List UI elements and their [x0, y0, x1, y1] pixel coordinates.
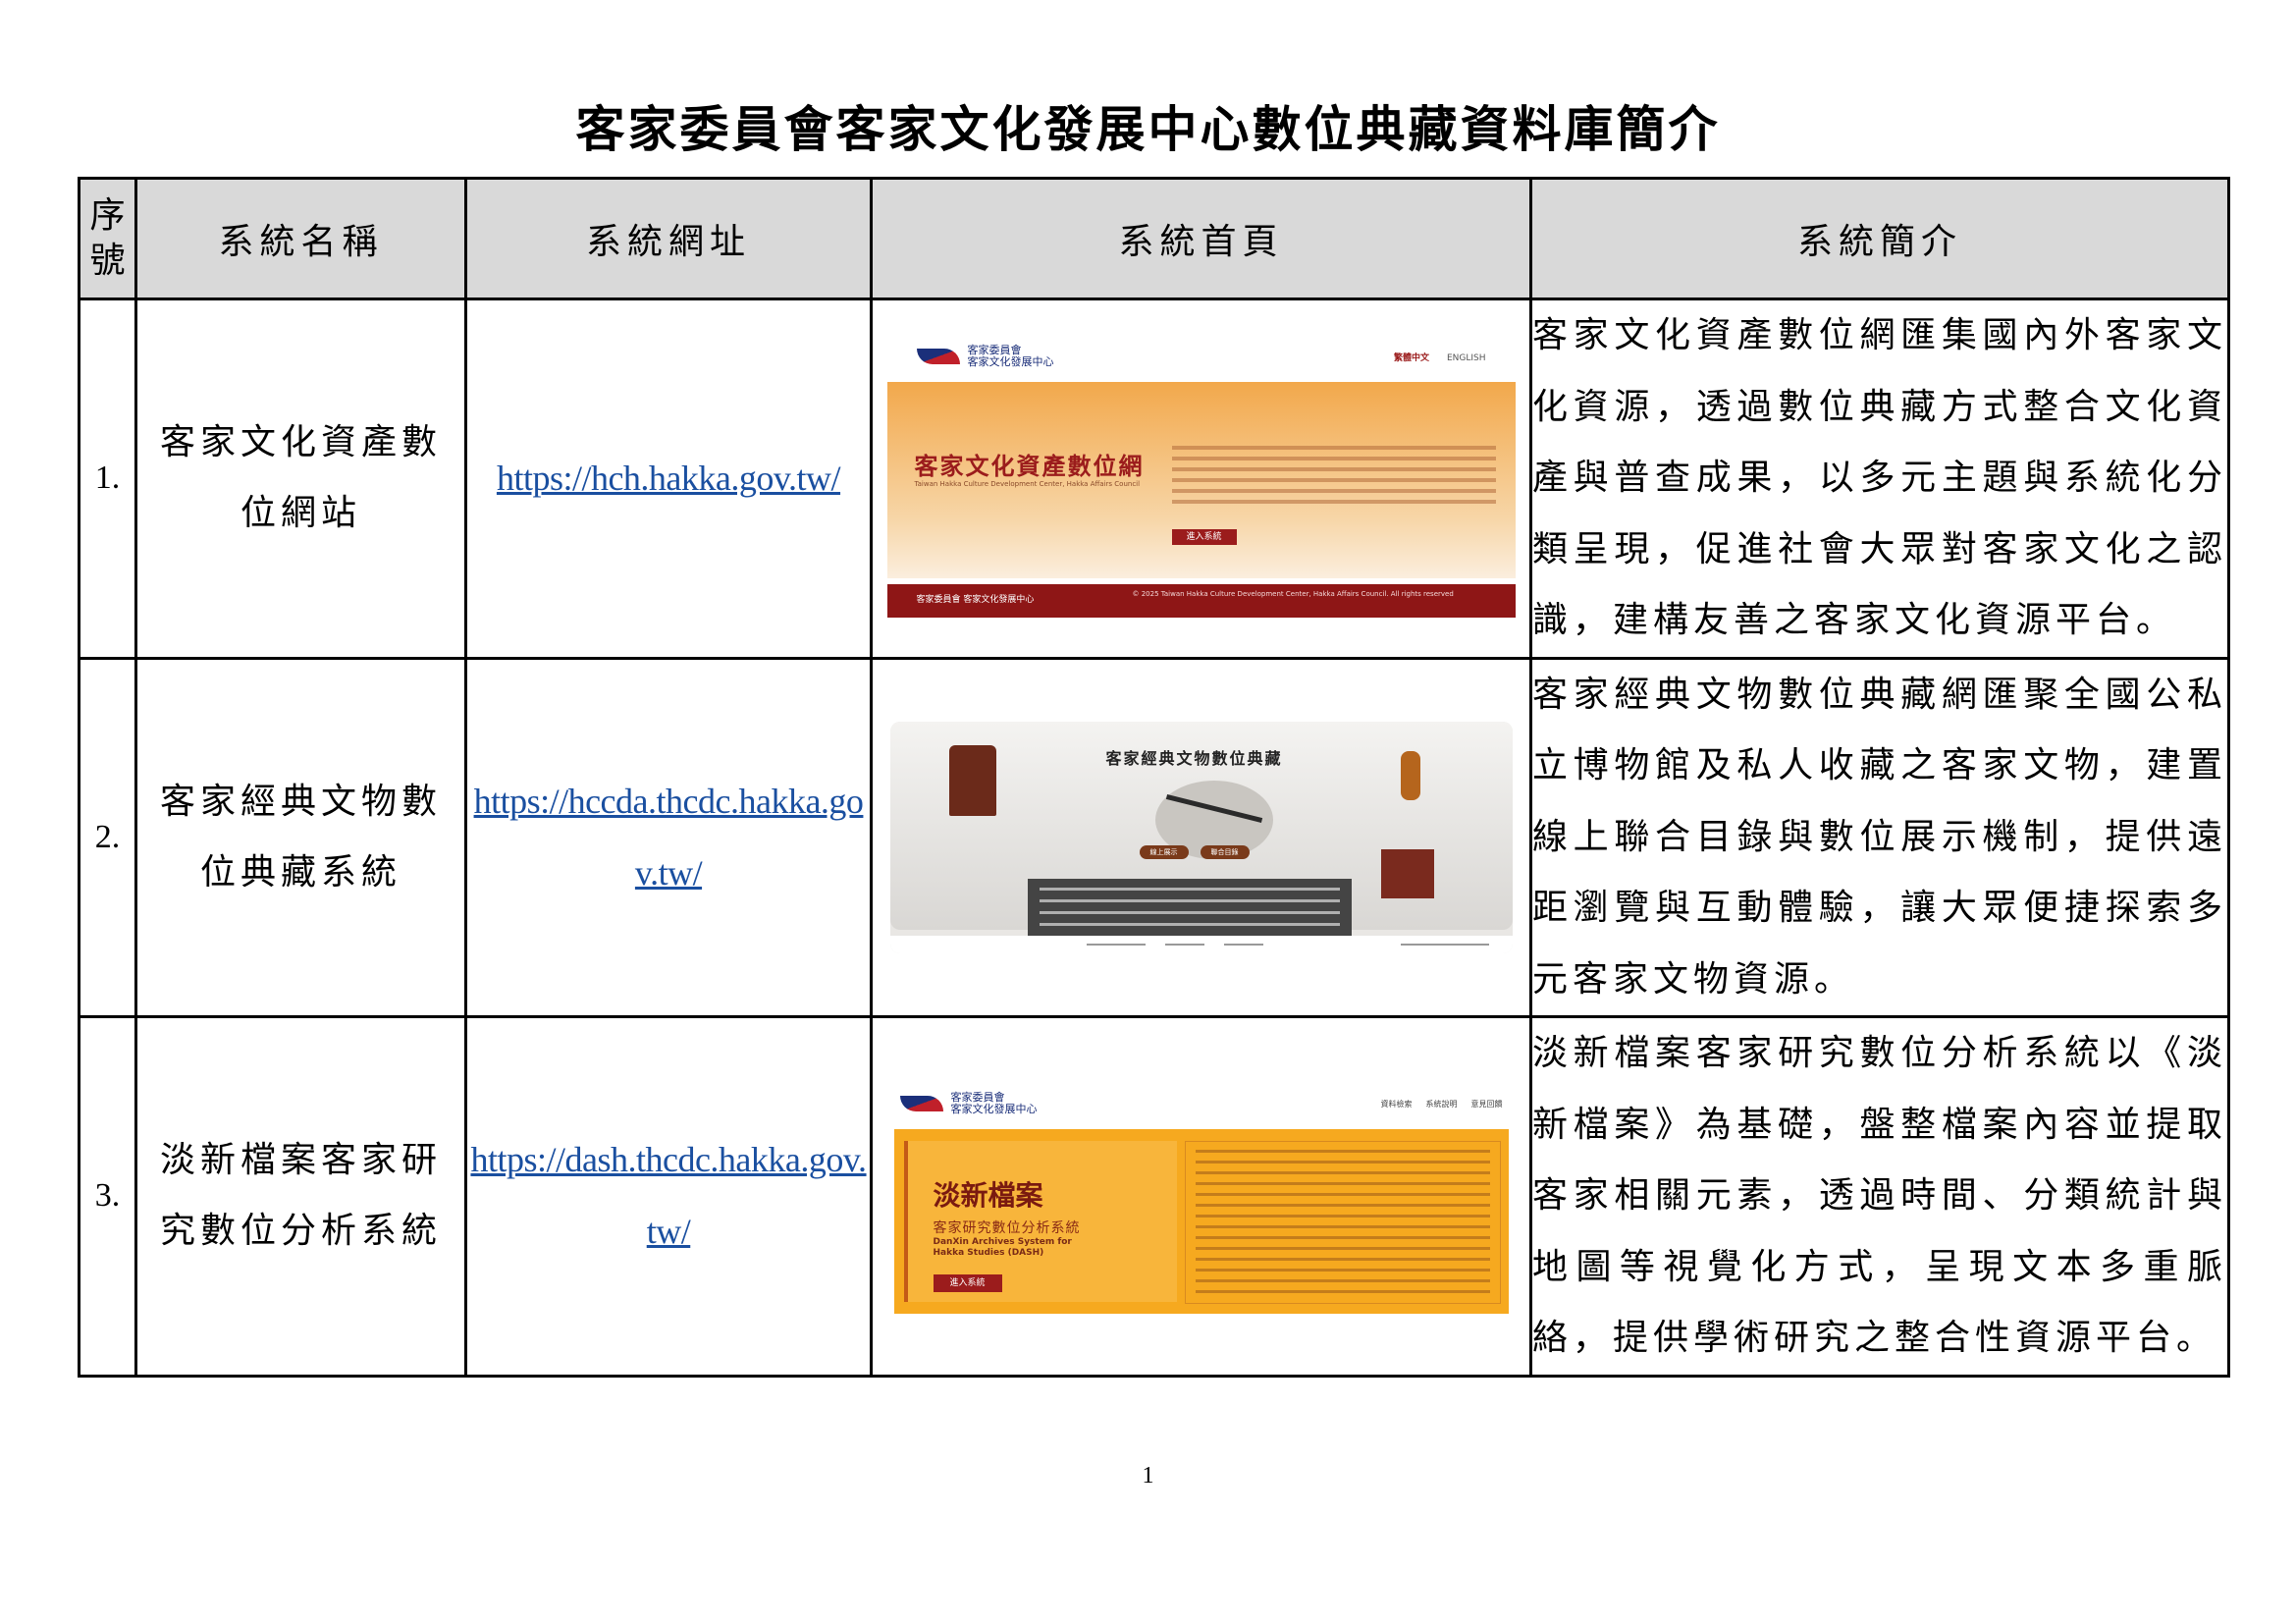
table-header-row: 序 號 系統名稱 系統網址 系統首頁 系統簡介: [78, 177, 2230, 300]
thumb-footer-right: © 2025 Taiwan Hakka Culture Development …: [1132, 590, 1454, 599]
nav-item: 資料檢索: [1380, 1099, 1413, 1109]
row-homepage-screenshot: 客家委員會 客家文化發展中心 繁體中文 ENGLISH 客家文化資產數位網 Tai…: [870, 298, 1532, 660]
logo-mark-icon: [916, 349, 960, 365]
header-url: 系統網址: [464, 177, 873, 300]
row-seq: 3.: [78, 1015, 137, 1378]
row-seq: 1.: [78, 298, 137, 660]
system-name-line1: 淡新檔案客家研: [159, 1140, 442, 1181]
row-url-cell: https://hccda.thcdc.hakka.gov.tw/: [464, 656, 873, 1018]
row-system-name: 客家經典文物數 位典藏系統: [134, 656, 467, 1018]
document-title: 客家委員會客家文化發展中心數位典藏資料庫簡介: [575, 101, 1721, 158]
header-name: 系統名稱: [134, 177, 467, 300]
row-seq: 2.: [78, 656, 137, 1018]
thumb-header: 客家委員會 客家文化發展中心 資料檢索 系統說明 意見回饋: [892, 1078, 1511, 1129]
homepage-thumbnail: 客家委員會 客家文化發展中心 繁體中文 ENGLISH 客家文化資產數位網 Tai…: [886, 331, 1516, 626]
thumb-footer-left: 客家委員會 客家文化發展中心: [916, 595, 1035, 606]
system-name-line2: 究數位分析系統: [159, 1211, 442, 1252]
thumb-enter-button: 進入系統: [1171, 529, 1237, 546]
logo-mark-icon: [899, 1096, 943, 1112]
row-homepage-screenshot: 客家經典文物數位典藏 線上展示 聯合目錄: [870, 656, 1532, 1018]
homepage-thumbnail: 客家委員會 客家文化發展中心 資料檢索 系統說明 意見回饋 淡新檔案 客家研究數位分…: [891, 1078, 1511, 1315]
row-intro: 客家文化資產數位網匯集國內外客家文化資源，透過數位典藏方式整合文化資產與普查成果…: [1529, 298, 2230, 660]
thumb-nav: 資料檢索 系統說明 意見回饋: [1367, 1099, 1503, 1110]
header-homepage: 系統首頁: [870, 177, 1532, 300]
nav-item: 系統說明: [1425, 1099, 1458, 1109]
thumb-header: 客家委員會 客家文化發展中心 繁體中文 ENGLISH: [887, 331, 1516, 382]
row-intro: 淡新檔案客家研究數位分析系統以《淡新檔案》為基礎，盤整檔案內容並提取客家相關元素…: [1529, 1015, 2230, 1378]
thumb-heading: 客家經典文物數位典藏: [1105, 748, 1283, 768]
thumb-hero: 淡新檔案 客家研究數位分析系統 DanXin Archives System f…: [893, 1129, 1509, 1315]
row-intro: 客家經典文物數位典藏網匯聚全國公私立博物館及私人收藏之客家文物，建置線上聯合目錄…: [1529, 656, 2230, 1018]
artifact-shrine-icon: [1380, 848, 1434, 898]
thumb-footer: [889, 935, 1513, 953]
system-name-line2: 位典藏系統: [199, 851, 401, 893]
thumb-heading-en: DanXin Archives System for Hakka Studies…: [934, 1237, 1072, 1259]
header-seq-line2: 號: [89, 241, 126, 281]
homepage-thumbnail: 客家經典文物數位典藏 線上展示 聯合目錄: [889, 721, 1513, 953]
nav-item: 意見回饋: [1470, 1099, 1503, 1109]
row-homepage-screenshot: 客家委員會 客家文化發展中心 資料檢索 系統說明 意見回饋 淡新檔案 客家研究數位分…: [870, 1015, 1532, 1378]
header-seq-line1: 序: [89, 195, 126, 236]
row-url-cell: https://hch.hakka.gov.tw/: [464, 298, 873, 660]
lang-other: ENGLISH: [1446, 352, 1486, 363]
table-row: 2. 客家經典文物數 位典藏系統 https://hccda.thcdc.hak…: [78, 656, 2230, 1018]
language-switch: 繁體中文 ENGLISH: [1394, 351, 1486, 363]
table-row: 1. 客家文化資產數 位網站 https://hch.hakka.gov.tw/…: [78, 298, 2230, 660]
thumb-heading-sub: Taiwan Hakka Culture Development Center,…: [914, 480, 1141, 489]
thumb-heading: 客家文化資產數位網: [914, 453, 1145, 481]
system-url-link[interactable]: https://hch.hakka.gov.tw/: [497, 459, 841, 498]
header-seq: 序 號: [78, 177, 137, 300]
lang-active: 繁體中文: [1393, 352, 1429, 363]
thumb-text-box: [1184, 1141, 1501, 1305]
thumb-heading-en-1: DanXin Archives System for: [933, 1237, 1072, 1248]
thumb-enter-button: 進入系統: [933, 1274, 1002, 1293]
header-intro: 系統簡介: [1529, 177, 2230, 300]
database-intro-table: 序 號 系統名稱 系統網址 系統首頁 系統簡介 1. 客家文化資產數 位網站 h…: [78, 177, 2230, 1378]
thumb-heading-en-2: Hakka Studies (DASH): [933, 1248, 1044, 1259]
logo-text-2: 客家文化發展中心: [967, 355, 1054, 369]
thumb-catalog-button: 聯合目錄: [1200, 844, 1250, 859]
hakka-logo: 客家委員會 客家文化發展中心: [916, 345, 1054, 369]
hakka-logo: 客家委員會 客家文化發展中心: [899, 1092, 1038, 1116]
row-system-name: 客家文化資產數 位網站: [134, 298, 467, 660]
logo-text-2: 客家文化發展中心: [950, 1103, 1038, 1116]
thumb-heading-sub: 客家研究數位分析系統: [933, 1220, 1081, 1237]
thumb-hero: 客家文化資產數位網 Taiwan Hakka Culture Developme…: [886, 382, 1516, 579]
thumb-heading: 淡新檔案: [933, 1179, 1043, 1213]
thumb-online-exhibit-button: 線上展示: [1139, 844, 1189, 859]
thumb-title-panel: 淡新檔案 客家研究數位分析系統 DanXin Archives System f…: [903, 1141, 1177, 1303]
system-name-line1: 客家文化資產數: [159, 422, 442, 463]
system-name-line2: 位網站: [240, 493, 361, 534]
artifact-cabinet-icon: [948, 744, 996, 816]
row-system-name: 淡新檔案客家研 究數位分析系統: [134, 1015, 467, 1378]
thumb-info-box: [1027, 878, 1352, 938]
thumb-text-lines: [1171, 439, 1496, 511]
system-url-link[interactable]: https://hccda.thcdc.hakka.gov.tw/: [474, 782, 864, 893]
system-url-link[interactable]: https://dash.thcdc.hakka.gov.tw/: [470, 1140, 867, 1251]
row-url-cell: https://dash.thcdc.hakka.gov.tw/: [464, 1015, 873, 1378]
table-row: 3. 淡新檔案客家研 究數位分析系統 https://dash.thcdc.ha…: [78, 1015, 2230, 1378]
page-number: 1: [1142, 1463, 1154, 1489]
artifact-seal-icon: [1400, 750, 1420, 800]
thumb-footer: 客家委員會 客家文化發展中心 © 2025 Taiwan Hakka Cultu…: [886, 584, 1516, 619]
system-name-line1: 客家經典文物數: [159, 781, 442, 822]
